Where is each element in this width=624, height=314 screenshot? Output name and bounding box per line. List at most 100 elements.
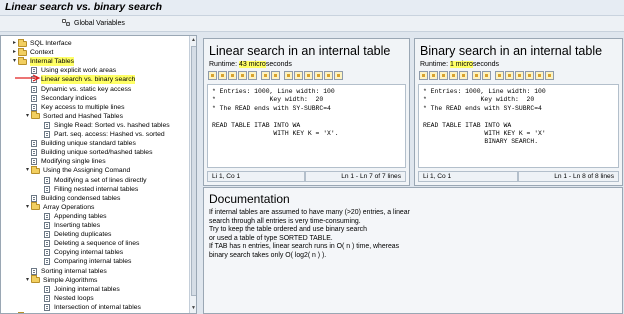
delete-icon[interactable]: [515, 71, 524, 80]
tree-item-label: Building unique standard tables: [41, 140, 136, 148]
scroll-down-icon[interactable]: ▼: [190, 304, 196, 312]
cursor-position: Li 1, Co 1: [207, 171, 305, 182]
block-icon[interactable]: [314, 71, 323, 80]
find-icon[interactable]: [261, 71, 270, 80]
expand-icon[interactable]: ▸: [11, 40, 18, 47]
tree-item[interactable]: Comparing internal tables: [1, 257, 189, 266]
save-icon[interactable]: [535, 71, 544, 80]
tree-item[interactable]: Sorting internal tables: [1, 267, 189, 276]
editor-status-bar: Li 1, Co 1 Ln 1 - Ln 8 of 8 lines: [418, 171, 619, 182]
runtime-value: 1 micro: [449, 61, 473, 68]
tree-scrollbar[interactable]: ▲ ▼: [189, 36, 196, 313]
tree-item[interactable]: Part. seq. access: Hashed vs. sorted: [1, 130, 189, 139]
tree-item[interactable]: Building unique sorted/hashed tables: [1, 148, 189, 157]
tree-item[interactable]: Key access to multiple lines: [1, 103, 189, 112]
print-icon[interactable]: [284, 71, 293, 80]
find-next-icon[interactable]: [271, 71, 280, 80]
tree-item[interactable]: Nested loops: [1, 294, 189, 303]
code-editor[interactable]: * Entries: 1000, Line width: 100 * Key w…: [418, 84, 619, 168]
collapse-icon[interactable]: ▾: [24, 113, 31, 120]
tree-item[interactable]: Deleting a sequence of lines: [1, 239, 189, 248]
undo-icon[interactable]: [449, 71, 458, 80]
tree-item-label: Simple Algorithms: [43, 276, 98, 284]
cut-icon[interactable]: [419, 71, 428, 80]
tree-item-label: Modifying a set of lines directly: [54, 176, 147, 184]
tree-item[interactable]: Modifying single lines: [1, 157, 189, 166]
tree-item-label: Secondary indices: [41, 94, 97, 102]
tree-item[interactable]: Copying internal tables: [1, 248, 189, 257]
scroll-up-icon[interactable]: ▲: [190, 36, 196, 44]
undo-icon[interactable]: [238, 71, 247, 80]
collapse-icon[interactable]: ▾: [11, 58, 18, 65]
tree-item[interactable]: ▸ Context: [1, 47, 189, 57]
expand-icon[interactable]: ▸: [11, 49, 18, 56]
insert-icon[interactable]: [505, 71, 514, 80]
save-icon[interactable]: [324, 71, 333, 80]
folder-icon: [18, 38, 27, 47]
copy-icon[interactable]: [429, 71, 438, 80]
delete-icon[interactable]: [304, 71, 313, 80]
document-icon: [44, 249, 50, 257]
code-editor[interactable]: * Entries: 1000, Line width: 100 * Key w…: [207, 84, 406, 168]
tree-item[interactable]: ▾ Array Operations: [1, 202, 189, 212]
collapse-icon[interactable]: ▾: [24, 277, 31, 284]
tree-item[interactable]: Deleting duplicates: [1, 230, 189, 239]
tree-item[interactable]: ▸ SQL Interface: [1, 38, 189, 48]
runtime-label: Runtime: 43 microseconds: [209, 61, 292, 68]
tree-item[interactable]: Dynamic vs. static key access: [1, 85, 189, 94]
documentation-title: Documentation: [209, 192, 290, 206]
insert-icon[interactable]: [294, 71, 303, 80]
tree-item[interactable]: Building unique standard tables: [1, 139, 189, 148]
tree-item[interactable]: Building condensed tables: [1, 194, 189, 203]
tree-item-label: Copying internal tables: [54, 249, 124, 257]
linear-search-pane: Linear search in an internal table Runti…: [203, 38, 410, 186]
scrollbar-thumb[interactable]: [191, 46, 196, 296]
global-variables-button[interactable]: Global Variables: [62, 19, 125, 27]
tree-item[interactable]: Inserting tables: [1, 221, 189, 230]
cut-icon[interactable]: [208, 71, 217, 80]
document-icon: [31, 94, 37, 102]
tree-item[interactable]: ▾ Using the Assigning Comand: [1, 165, 189, 175]
find-icon[interactable]: [472, 71, 481, 80]
copy-icon[interactable]: [218, 71, 227, 80]
tree-item[interactable]: Appending tables: [1, 212, 189, 221]
document-icon: [31, 267, 37, 275]
document-icon: [44, 285, 50, 293]
tree-item[interactable]: Joining internal tables: [1, 285, 189, 294]
tree-item-label: Internal Tables: [30, 57, 75, 67]
print-icon[interactable]: [495, 71, 504, 80]
collapse-icon[interactable]: ▾: [24, 167, 31, 174]
tree-item[interactable]: ▾ Internal Tables: [1, 56, 189, 67]
redo-icon[interactable]: [248, 71, 257, 80]
load-icon[interactable]: [545, 71, 554, 80]
tree-item[interactable]: Single Read: Sorted vs. hashed tables: [1, 121, 189, 130]
runtime-label: Runtime: 1 microseconds: [420, 61, 499, 68]
paste-icon[interactable]: [228, 71, 237, 80]
find-next-icon[interactable]: [482, 71, 491, 80]
load-icon[interactable]: [334, 71, 343, 80]
tree-item-label: Building condensed tables: [41, 194, 121, 202]
tree-item[interactable]: Modifying a set of lines directly: [1, 176, 189, 185]
redo-icon[interactable]: [459, 71, 468, 80]
tree-item-label: SQL Interface: [30, 40, 72, 47]
global-variables-icon: [62, 19, 71, 27]
document-icon: [31, 103, 37, 111]
red-arrow-annotation-icon: [15, 74, 41, 82]
tree-item[interactable]: ▾ Simple Algorithms: [1, 275, 189, 285]
block-icon[interactable]: [525, 71, 534, 80]
tree-item[interactable]: Intersection of internal tables: [1, 303, 189, 312]
document-icon: [44, 176, 50, 184]
tree-item[interactable]: Filling nested internal tables: [1, 185, 189, 194]
tree-item-label: Sorted and Hashed Tables: [43, 112, 123, 120]
collapse-icon[interactable]: ▾: [24, 204, 31, 211]
tree-item-label: Context: [30, 49, 54, 57]
tree-item[interactable]: Secondary indices: [1, 94, 189, 103]
tree-item-label: Using explicit work areas: [41, 67, 117, 75]
tree-item[interactable]: ▾ Sorted and Hashed Tables: [1, 111, 189, 121]
paste-icon[interactable]: [439, 71, 448, 80]
